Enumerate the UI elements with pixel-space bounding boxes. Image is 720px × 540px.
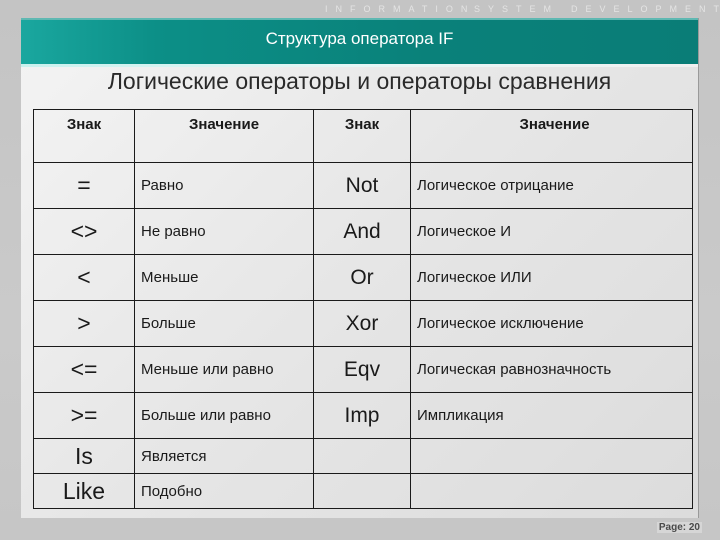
- operator-sign: <=: [33, 346, 135, 393]
- operator-sign: >=: [33, 392, 135, 439]
- page-number: Page: 20: [656, 522, 702, 533]
- slide: Структура оператора IF Логические операт…: [21, 18, 699, 518]
- operator-meaning: Логическое отрицание: [410, 162, 693, 209]
- operator-sign: <: [33, 254, 135, 301]
- operator-meaning: Больше: [134, 300, 314, 347]
- slide-subtitle: Логические операторы и операторы сравнен…: [107, 68, 612, 94]
- operator-meaning: [410, 438, 693, 474]
- operator-meaning: [410, 473, 693, 509]
- operator-sign: And: [313, 208, 411, 255]
- operator-meaning: Меньше: [134, 254, 314, 301]
- table-row: > Больше Xor Логическое исключение: [33, 300, 693, 347]
- header-meaning: Значение: [410, 109, 693, 163]
- operator-sign: Or: [313, 254, 411, 301]
- operator-sign: Like: [33, 473, 135, 509]
- table-header-row: Знак Значение Знак Значение: [33, 109, 693, 163]
- header-sign: Знак: [33, 109, 135, 163]
- operator-meaning: Логическое ИЛИ: [410, 254, 693, 301]
- table-row: <> Не равно And Логическое И: [33, 208, 693, 255]
- operator-sign: Not: [313, 162, 411, 209]
- operator-sign: Xor: [313, 300, 411, 347]
- operator-sign: =: [33, 162, 135, 209]
- header-meaning: Значение: [134, 109, 314, 163]
- operator-meaning: Логическое И: [410, 208, 693, 255]
- operator-meaning: Подобно: [134, 473, 314, 509]
- operator-sign: Is: [33, 438, 135, 474]
- operators-table: Знак Значение Знак Значение = Равно Not Лог…: [33, 109, 693, 509]
- operator-meaning: Больше или равно: [134, 392, 314, 439]
- operator-meaning: Не равно: [134, 208, 314, 255]
- table-row: < Меньше Or Логическое ИЛИ: [33, 254, 693, 301]
- operator-meaning: Логическое исключение: [410, 300, 693, 347]
- slide-title: Структура оператора IF: [265, 29, 454, 48]
- operator-meaning: Равно: [134, 162, 314, 209]
- operator-meaning: Меньше или равно: [134, 346, 314, 393]
- operator-sign: [313, 473, 411, 509]
- table-row: = Равно Not Логическое отрицание: [33, 162, 693, 209]
- operator-sign: Imp: [313, 392, 411, 439]
- operator-meaning: Логическая равнозначность: [410, 346, 693, 393]
- operator-meaning: Импликация: [410, 392, 693, 439]
- tagline-word: SYSTEM: [474, 4, 560, 14]
- tagline-word: INFORMATION: [325, 4, 476, 14]
- title-banner: Структура оператора IF: [21, 18, 698, 66]
- operator-sign: [313, 438, 411, 474]
- tagline-word: DEVELOPMENT: [571, 4, 720, 14]
- table-row: >= Больше или равно Imp Импликация: [33, 392, 693, 439]
- brand-tagline: INFORMATION SYSTEM DEVELOPMENT: [0, 0, 720, 18]
- table-row: <= Меньше или равно Eqv Логическая равнозна…: [33, 346, 693, 393]
- table-row: Like Подобно: [33, 473, 693, 509]
- operator-sign: Eqv: [313, 346, 411, 393]
- operator-meaning: Является: [134, 438, 314, 474]
- operator-sign: >: [33, 300, 135, 347]
- operator-sign: <>: [33, 208, 135, 255]
- table-row: Is Является: [33, 438, 693, 474]
- header-sign: Знак: [313, 109, 411, 163]
